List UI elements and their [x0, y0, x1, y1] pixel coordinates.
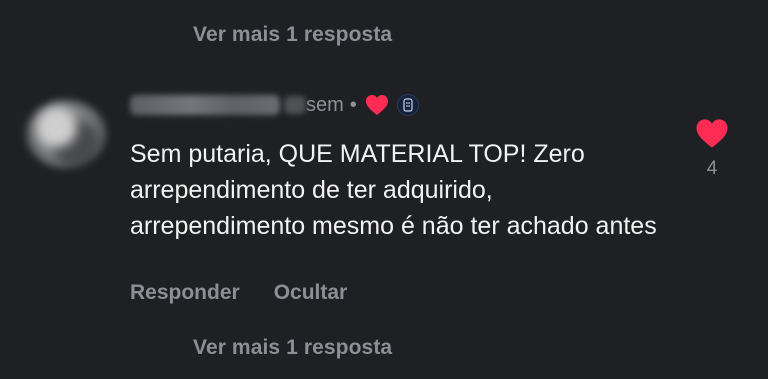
hide-button[interactable]: Ocultar: [274, 281, 348, 305]
heart-icon: [365, 95, 388, 115]
comment-actions: Responder Ocultar: [130, 281, 347, 305]
comment-meta: sem •: [130, 90, 419, 120]
reply-button[interactable]: Responder: [130, 281, 240, 305]
like-count: 4: [706, 158, 718, 179]
username-blurred[interactable]: [130, 95, 280, 115]
meta-separator: •: [349, 93, 357, 116]
creator-badge-icon: [396, 94, 419, 116]
avatar[interactable]: [26, 100, 106, 168]
like-control: 4: [694, 118, 730, 180]
comment-age: sem: [306, 93, 344, 116]
comment-thread: Ver mais 1 resposta sem • Sem putaria, Q…: [0, 0, 768, 379]
heart-icon[interactable]: [695, 118, 729, 149]
age-number-blurred: [284, 96, 306, 114]
comment-text: Sem putaria, QUE MATERIAL TOP! Zero arre…: [130, 140, 657, 240]
view-more-replies-link[interactable]: Ver mais 1 resposta: [193, 23, 392, 47]
view-more-replies-link[interactable]: Ver mais 1 resposta: [193, 336, 392, 360]
